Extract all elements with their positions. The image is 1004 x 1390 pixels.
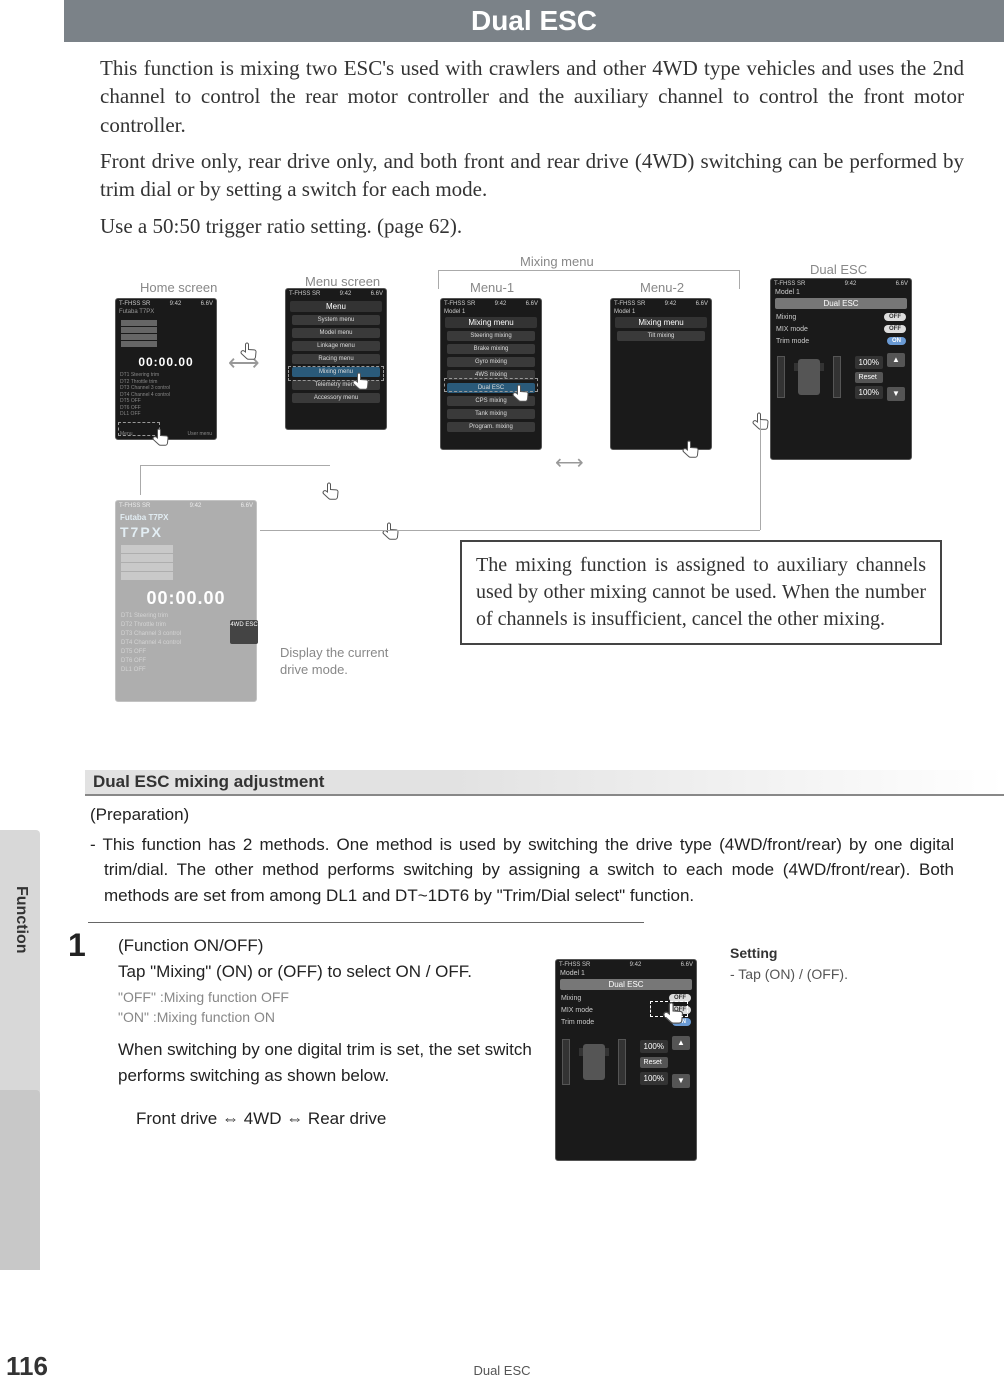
setting-line: - Tap (ON) / (OFF). [730,966,848,982]
home-timer: 00:00.00 [116,355,216,369]
tap-hand-icon [320,480,344,504]
intro-text: This function is mixing two ESC's used w… [0,54,1004,240]
intro-p1: This function is mixing two ESC's used w… [100,54,964,139]
mixing-menu1-thumb: T-FHSS SR9:426.6V Model 1 Mixing menu St… [440,298,542,450]
tap-hand-icon [150,426,174,450]
page-footer: Dual ESC [0,1363,1004,1378]
swipe-arrow-icon: ⟷ [555,450,584,475]
label-drive-mode: Display the current drive mode. [280,645,410,679]
home-screen-thumb: T-FHSS SR9:426.6V Futaba T7PX 00:00.00 D… [115,298,217,440]
label-dual-esc: Dual ESC [810,262,867,277]
label-mixing-menu: Mixing menu [520,254,594,269]
notice-box: The mixing function is assigned to auxil… [460,540,942,645]
mixing-menu2-thumb: T-FHSS SR9:426.6V Model 1 Mixing menu Ti… [610,298,712,450]
home-screen-result-thumb: T-FHSS SR9:426.6V Futaba T7PX T7PX 00:00… [115,500,257,702]
step-1: 1 (Function ON/OFF) Tap "Mixing" (ON) or… [0,923,1004,1132]
dual-esc-panel-thumb: T-FHSS SR9:426.6V Model 1 Dual ESC Mixin… [770,278,912,460]
setting-title: Setting [730,945,777,961]
step-number: 1 [68,927,86,964]
preparation-item: - This function has 2 methods. One metho… [90,832,954,909]
setting-sidebar: Setting - Tap (ON) / (OFF). [730,943,848,985]
step-title: (Function ON/OFF) [118,933,568,959]
side-tab-label: Function [12,886,30,954]
side-tab: Function [0,830,40,1270]
intro-p2: Front drive only, rear drive only, and b… [100,147,964,204]
page-title: Dual ESC [64,0,1004,42]
tap-hand-icon [380,520,404,544]
drive-cycle: Front drive ⇔ 4WD ⇔ Rear drive [118,1106,568,1132]
option-off: "OFF" :Mixing function OFF [118,988,568,1008]
tap-hand-icon [510,382,534,406]
step-instruction: Tap "Mixing" (ON) or (OFF) to select ON … [118,959,568,985]
option-on: "ON" :Mixing function ON [118,1008,568,1028]
label-home-screen: Home screen [140,280,217,295]
intro-p3: Use a 50:50 trigger ratio setting. (page… [100,212,964,240]
4wd-esc-icon: 4WD ESC [230,620,258,644]
preparation-block: (Preparation) - This function has 2 meth… [0,796,1004,908]
navigation-diagram: Home screen Menu screen Mixing menu Menu… [0,250,1004,750]
step-note: When switching by one digital trim is se… [118,1037,568,1088]
label-menu-screen: Menu screen [305,274,380,289]
section-header: Dual ESC mixing adjustment [85,770,1004,796]
tap-hand-icon [350,370,374,394]
tap-hand-icon [238,340,262,364]
menu-screen-thumb: T-FHSS SR9:426.6V Menu System menu Model… [285,288,387,430]
tap-hand-icon [750,410,774,434]
preparation-title: (Preparation) [90,802,954,828]
dual-esc-panel-inline: T-FHSS SR9:426.6V Model 1 Dual ESC Mixin… [555,959,697,1161]
tap-hand-icon [680,438,704,462]
